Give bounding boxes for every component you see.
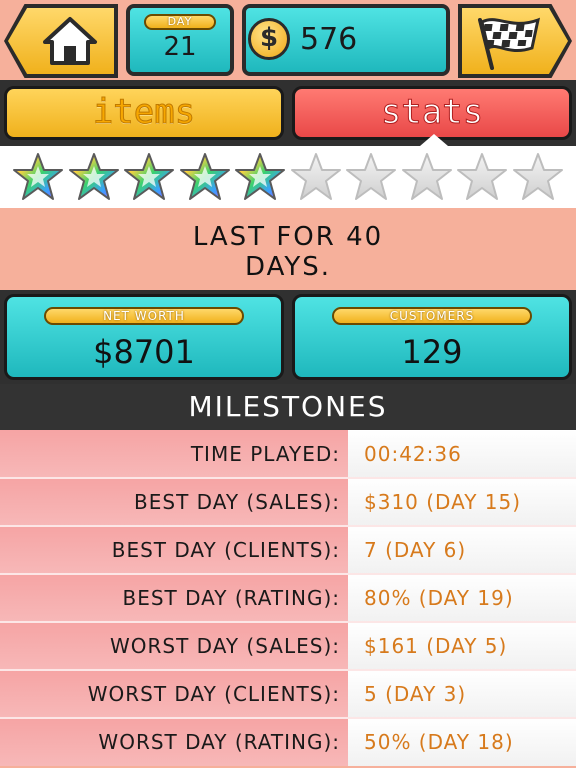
milestone-label: BEST DAY (RATING):: [0, 574, 356, 622]
tab-items-label: items: [92, 92, 196, 133]
empty-star-icon: [346, 153, 396, 200]
rainbow-star-icon: [68, 153, 119, 200]
milestone-value: 50% (DAY 18): [348, 718, 576, 766]
tab-stats-label: stats: [380, 92, 484, 133]
finish-day-button[interactable]: [458, 4, 572, 78]
row-divider: [0, 621, 576, 623]
goal-message-line1: LAST FOR 40: [192, 222, 384, 252]
empty-star-icon: [401, 153, 452, 200]
row-divider: [0, 477, 576, 479]
empty-star-icon: [512, 153, 563, 200]
rainbow-star-icon: [13, 153, 63, 200]
goal-message-line2: DAYS.: [245, 252, 331, 282]
active-tab-indicator: [420, 134, 448, 146]
dollar-coin-icon: $: [248, 18, 290, 60]
rainbow-star-icon: [124, 153, 174, 200]
rating-stars: [0, 146, 576, 208]
milestone-row: WORST DAY (CLIENTS): 5 (DAY 3): [0, 670, 576, 718]
money-counter: $ 576: [242, 4, 450, 76]
milestone-row: BEST DAY (RATING): 80% (DAY 19): [0, 574, 576, 622]
customers-card: CUSTOMERS 129: [292, 294, 572, 380]
milestone-label: WORST DAY (CLIENTS):: [0, 670, 356, 718]
rainbow-star-icon: [235, 153, 285, 200]
milestone-value: $310 (DAY 15): [348, 478, 576, 526]
milestone-row: BEST DAY (SALES): $310 (DAY 15): [0, 478, 576, 526]
milestone-value: 7 (DAY 6): [348, 526, 576, 574]
milestone-label: BEST DAY (SALES):: [0, 478, 356, 526]
milestone-row: WORST DAY (SALES): $161 (DAY 5): [0, 622, 576, 670]
milestone-label: WORST DAY (SALES):: [0, 622, 356, 670]
milestone-label: WORST DAY (RATING):: [0, 718, 356, 766]
tab-items[interactable]: items: [4, 86, 284, 140]
milestones-list: TIME PLAYED: 00:42:36 BEST DAY (SALES): …: [0, 430, 576, 768]
day-value: 21: [163, 32, 197, 62]
row-divider: [0, 717, 576, 719]
milestone-row: TIME PLAYED: 00:42:36: [0, 430, 576, 478]
milestone-value: $161 (DAY 5): [348, 622, 576, 670]
customers-label: CUSTOMERS: [332, 307, 532, 325]
checkered-flag-icon: [478, 17, 541, 70]
milestone-value: 80% (DAY 19): [348, 574, 576, 622]
home-icon: [43, 17, 97, 65]
tab-stats[interactable]: stats: [292, 86, 572, 140]
goal-message: LAST FOR 40 DAYS.: [0, 208, 576, 290]
rainbow-star-icon: [179, 153, 230, 200]
customers-value: 129: [401, 333, 463, 371]
tab-bar: items stats: [0, 80, 576, 146]
net-worth-card: NET WORTH $8701: [4, 294, 284, 380]
net-worth-label: NET WORTH: [44, 307, 244, 325]
home-button[interactable]: [4, 4, 118, 78]
net-worth-value: $8701: [93, 333, 195, 371]
milestones-title: MILESTONES: [0, 384, 576, 430]
row-divider: [0, 525, 576, 527]
milestone-label: TIME PLAYED:: [0, 430, 356, 478]
empty-star-icon: [457, 153, 507, 200]
day-counter: DAY 21: [126, 4, 234, 76]
row-divider: [0, 669, 576, 671]
stat-cards: NET WORTH $8701 CUSTOMERS 129: [0, 290, 576, 384]
empty-star-icon: [290, 153, 341, 200]
row-divider: [0, 573, 576, 575]
milestone-row: WORST DAY (RATING): 50% (DAY 18): [0, 718, 576, 766]
top-bar: DAY 21 $ 576: [0, 0, 576, 80]
milestone-row: BEST DAY (CLIENTS): 7 (DAY 6): [0, 526, 576, 574]
milestone-value: 00:42:36: [348, 430, 576, 478]
day-label: DAY: [144, 14, 216, 30]
milestone-label: BEST DAY (CLIENTS):: [0, 526, 356, 574]
milestone-value: 5 (DAY 3): [348, 670, 576, 718]
money-value: 576: [300, 22, 358, 57]
